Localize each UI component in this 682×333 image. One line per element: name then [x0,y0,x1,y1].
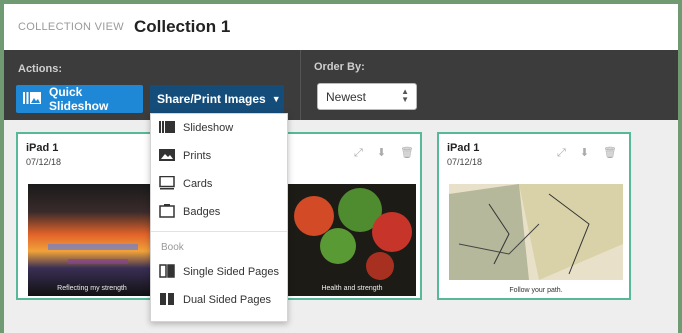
menu-divider [151,231,287,232]
toolbar-divider [300,50,301,120]
menu-item-dual-sided[interactable]: Dual Sided Pages [159,290,271,310]
menu-item-slideshow[interactable]: Slideshow [159,118,233,138]
card-photo[interactable]: Health and strength [288,184,416,296]
card-title: iPad 1 [447,142,480,154]
path-sketch-artwork [449,184,623,280]
expand-icon[interactable]: ⤢ [354,148,363,159]
share-print-button[interactable]: Share/Print Images ▼ [150,85,284,113]
badge-icon [159,203,177,221]
single-page-icon [159,263,177,281]
image-icon [159,148,177,164]
card-icon [159,175,177,193]
card-caption: Follow your path. [509,287,563,294]
trash-icon[interactable]: 🗑 [400,148,414,159]
download-icon[interactable]: ⬇ [580,148,589,159]
trash-icon[interactable]: 🗑 [603,148,617,159]
menu-item-single-sided[interactable]: Single Sided Pages [159,262,279,282]
quick-slideshow-label: Quick Slideshow [49,85,109,113]
app-frame: COLLECTION VIEW Collection 1 Actions: Qu… [4,4,678,333]
page-title: Collection 1 [134,17,231,36]
slideshow-icon [159,120,177,136]
order-by-value: Newest [326,89,367,104]
card-actions: ⤢ ⬇ 🗑 [354,148,414,159]
quick-slideshow-button[interactable]: Quick Slideshow [16,85,143,113]
dual-page-icon [159,292,177,309]
menu-item-label: Dual Sided Pages [183,294,272,306]
slideshow-icon [23,91,41,107]
chevron-down-icon: ▼ [271,94,281,104]
card-date: 07/12/18 [447,157,483,167]
menu-item-label: Badges [183,206,221,218]
card-actions: ⤢ ⬇ 🗑 [557,148,617,159]
menu-section-label: Book [161,242,184,253]
collection-card[interactable]: iPad 1 07/12/18 ⤢ ⬇ 🗑 Follow your path. [437,132,631,300]
card-photo[interactable]: Follow your path. [449,184,623,296]
menu-item-label: Cards [183,178,213,190]
abstract-artwork [28,184,156,296]
expand-icon[interactable]: ⤢ [557,148,566,159]
card-caption: Reflecting my strength [57,285,127,292]
card-caption: Health and strength [321,285,383,292]
share-print-menu: Slideshow Prints Cards Badges Book Singl… [150,113,288,322]
menu-item-label: Prints [183,150,212,162]
menu-item-label: Slideshow [183,122,234,134]
menu-item-cards[interactable]: Cards [159,174,212,194]
actions-toolbar: Actions: Quick Slideshow Share/Print Ima… [4,50,678,120]
menu-item-badges[interactable]: Badges [159,202,220,222]
menu-item-label: Single Sided Pages [183,266,280,278]
page-header: COLLECTION VIEW Collection 1 [4,4,678,50]
select-arrows-icon: ▲ ▼ [401,87,409,104]
actions-label: Actions: [18,63,62,75]
share-print-label: Share/Print Images [157,92,266,106]
card-photo[interactable]: Reflecting my strength [28,184,156,296]
order-by-label: Order By: [314,61,365,73]
menu-item-prints[interactable]: Prints [159,146,211,166]
order-by-select[interactable]: Newest ▲ ▼ [317,83,417,110]
page-kicker: COLLECTION VIEW [18,21,124,33]
download-icon[interactable]: ⬇ [377,148,386,159]
card-date: 07/12/18 [26,157,62,167]
card-title: iPad 1 [26,142,59,154]
vegetables-artwork [288,184,416,296]
